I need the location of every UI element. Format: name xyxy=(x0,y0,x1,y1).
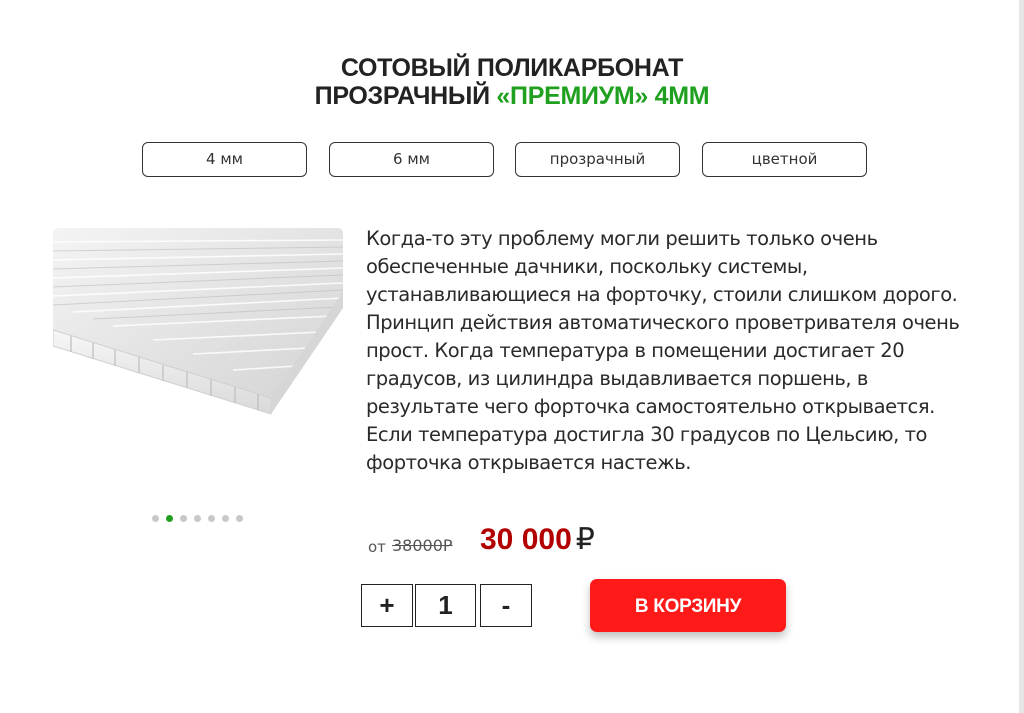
gallery-dot-7[interactable] xyxy=(236,515,243,522)
gallery-dot-2-active[interactable] xyxy=(166,515,173,522)
gallery-dot-4[interactable] xyxy=(194,515,201,522)
filter-colored-button[interactable]: цветной xyxy=(702,142,867,177)
gallery-dot-6[interactable] xyxy=(222,515,229,522)
new-price: 30 000 ₽ xyxy=(480,522,595,557)
new-price-value: 30 000 xyxy=(480,523,572,556)
quantity-minus-button[interactable]: - xyxy=(480,584,532,627)
add-to-cart-button[interactable]: В КОРЗИНУ xyxy=(590,579,786,632)
title-line-2: ПРОЗРАЧНЫЙ «ПРЕМИУМ» 4ММ xyxy=(0,82,1024,110)
gallery-dot-1[interactable] xyxy=(152,515,159,522)
gallery-dot-5[interactable] xyxy=(208,515,215,522)
price-prefix: от xyxy=(368,538,386,556)
quantity-input[interactable]: 1 xyxy=(415,584,476,627)
old-price: 38000Р xyxy=(392,536,453,555)
currency-symbol: ₽ xyxy=(575,523,595,556)
title-accent: «ПРЕМИУМ» 4ММ xyxy=(496,82,710,110)
product-description: Когда-то эту проблему могли решить тольк… xyxy=(366,227,960,474)
gallery-dot-3[interactable] xyxy=(180,515,187,522)
title-line-1: СОТОВЫЙ ПОЛИКАРБОНАТ xyxy=(340,54,684,82)
polycarbonate-sheet-image xyxy=(52,228,344,415)
filter-transparent-button[interactable]: прозрачный xyxy=(515,142,680,177)
filter-4mm-button[interactable]: 4 мм xyxy=(142,142,307,177)
product-title: СОТОВЫЙ ПОЛИКАРБОНАТ ПРОЗРАЧНЫЙ «ПРЕМИУМ… xyxy=(0,54,1024,110)
filter-6mm-button[interactable]: 6 мм xyxy=(329,142,494,177)
product-image[interactable] xyxy=(52,228,344,418)
title-line-2-text: ПРОЗРАЧНЫЙ xyxy=(314,82,497,110)
quantity-plus-button[interactable]: + xyxy=(361,584,413,627)
